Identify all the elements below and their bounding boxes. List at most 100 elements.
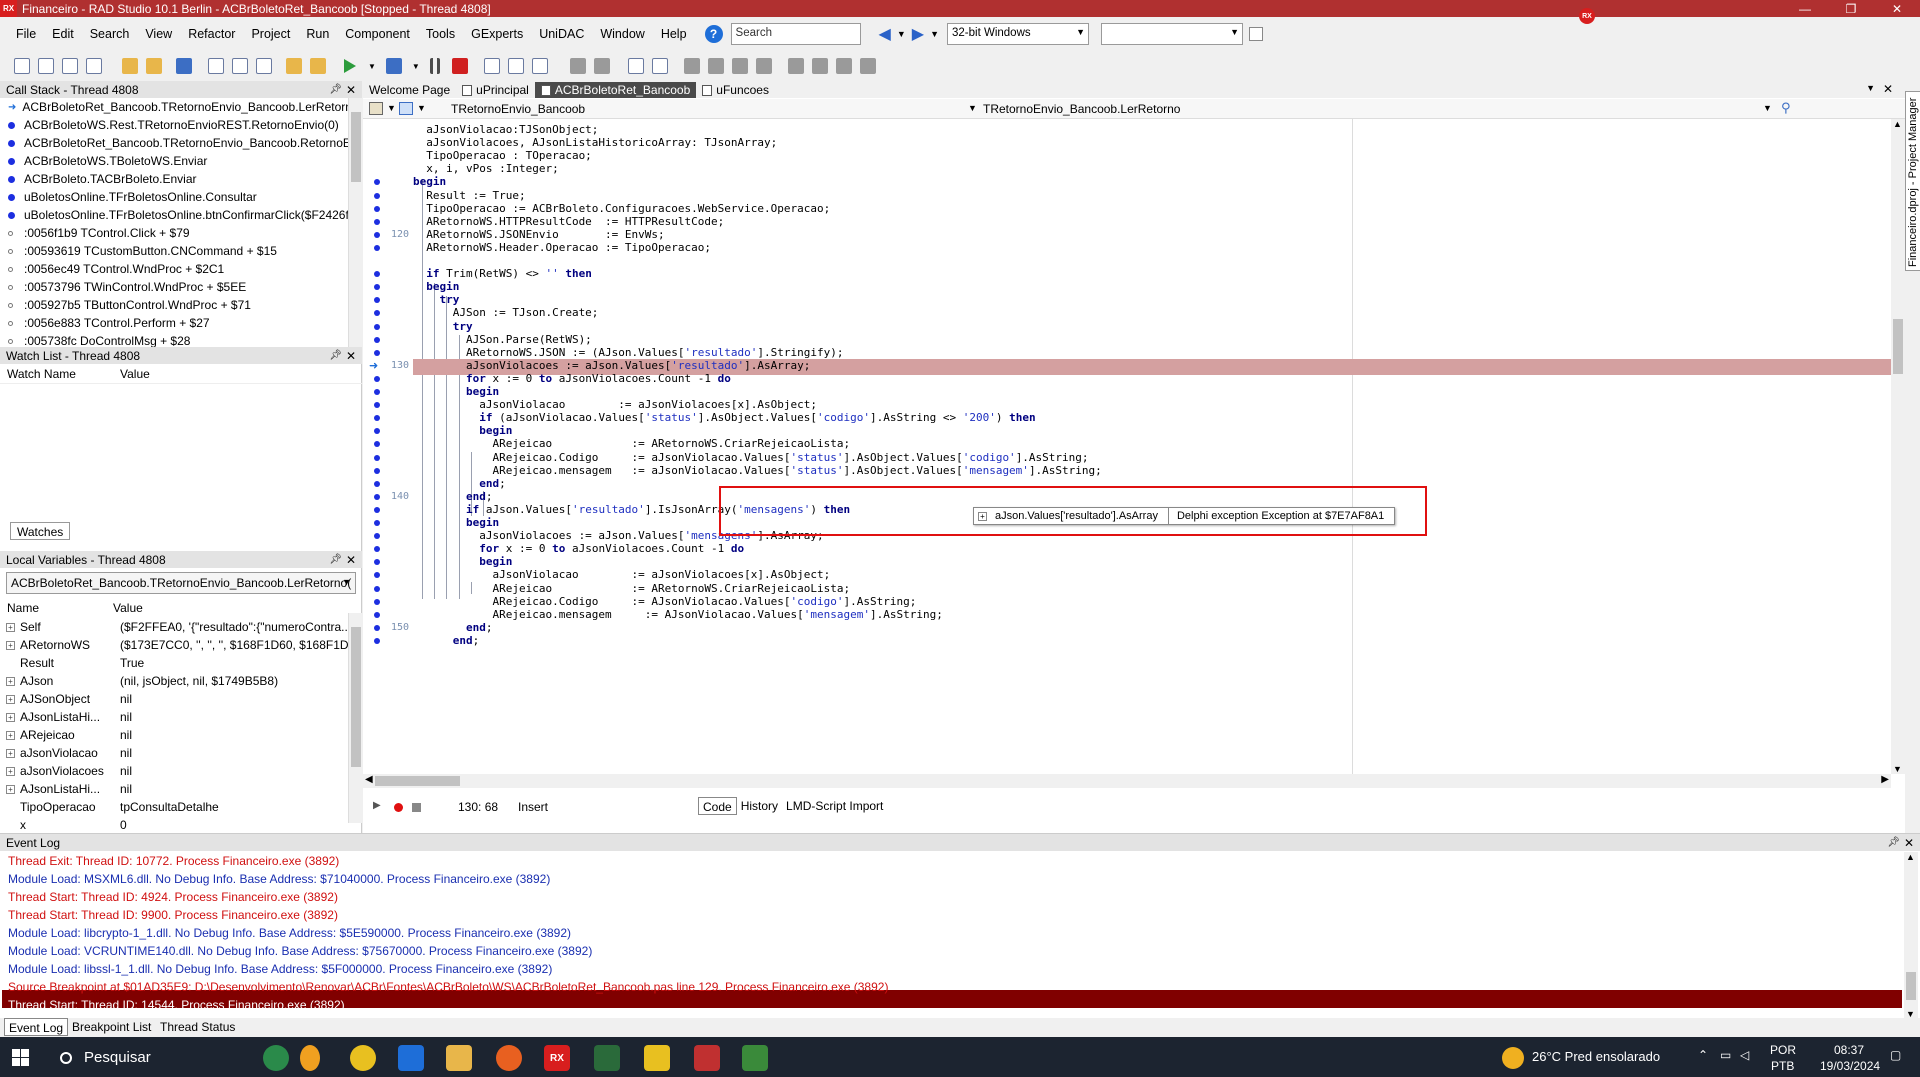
locals-value-column[interactable]: Value — [113, 601, 143, 615]
breakpoint-dot-icon[interactable] — [374, 179, 380, 186]
list-item[interactable]: :00573796 TWinControl.WndProc + $5EE — [0, 278, 348, 296]
tab-history[interactable]: History — [737, 797, 782, 815]
tray-chevron-icon[interactable]: ⌃ — [1698, 1048, 1708, 1062]
table-row[interactable]: + aJsonViolacoes nil — [0, 762, 362, 780]
expand-icon[interactable]: + — [6, 676, 15, 686]
align-icon[interactable] — [569, 58, 586, 74]
breakpoint-dot-icon[interactable] — [374, 389, 380, 395]
platform-select[interactable]: 32-bit Windows ▼ — [947, 23, 1090, 45]
breakpoint-dot-icon[interactable] — [374, 559, 380, 566]
project-symbol-icon[interactable] — [369, 102, 383, 115]
list-item[interactable]: ACBrBoletoWS.TBoletoWS.Enviar — [0, 152, 348, 170]
search-icon[interactable]: ⚲ — [1781, 100, 1791, 116]
menu-tools[interactable]: Tools — [418, 27, 463, 41]
new-unit-icon[interactable] — [62, 58, 78, 74]
close-tab-icon[interactable]: ✕ — [1883, 82, 1893, 96]
stop-icon[interactable] — [451, 58, 468, 74]
watch-name-column[interactable]: Watch Name — [0, 367, 120, 381]
call-stack-scrollbar[interactable] — [348, 98, 362, 347]
breakpoint-dot-icon[interactable] — [374, 375, 380, 382]
weather-sun-icon[interactable] — [1502, 1047, 1524, 1069]
run-to-cursor-icon[interactable] — [531, 58, 548, 74]
tab-thread-status[interactable]: Thread Status — [156, 1018, 239, 1036]
save-as-icon[interactable] — [208, 58, 224, 74]
table-row[interactable]: + AJsonListaHi... nil — [0, 708, 362, 726]
outlook-icon[interactable] — [398, 1045, 424, 1071]
scrollbar-thumb[interactable] — [351, 627, 361, 767]
close-file-icon[interactable] — [256, 58, 272, 74]
breakpoint-dot-icon[interactable] — [374, 205, 380, 212]
event-log-line[interactable]: Thread Start: Thread ID: 4924. Process F… — [8, 890, 338, 908]
menu-edit[interactable]: Edit — [44, 27, 82, 41]
project-manager-tab[interactable]: Financeiro.dproj - Project Manager — [1905, 91, 1920, 271]
align-top-icon[interactable] — [731, 58, 748, 74]
grid-app-icon[interactable] — [594, 1045, 620, 1071]
event-log-scrollbar[interactable]: ▲ ▼ — [1904, 852, 1918, 1019]
send-back-icon[interactable] — [651, 58, 668, 74]
back-arrow-icon[interactable]: ◀ — [879, 24, 891, 44]
taskbar-search[interactable]: Pesquisar — [60, 1049, 151, 1066]
breakpoint-dot-icon[interactable] — [374, 218, 380, 225]
weather-moon-icon[interactable] — [300, 1045, 320, 1071]
code-line[interactable]: end; — [413, 634, 1891, 650]
notes-app-icon[interactable] — [644, 1045, 670, 1071]
frame-select[interactable]: ACBrBoletoRet_Bancoob.TRetornoEnvio_Banc… — [6, 572, 356, 594]
breakpoint-dot-icon[interactable] — [374, 598, 380, 605]
menu-gexperts[interactable]: GExperts — [463, 27, 531, 41]
breakpoint-dot-icon[interactable] — [374, 637, 380, 644]
list-item[interactable]: :00593619 TCustomButton.CNCommand + $15 — [0, 242, 348, 260]
step-over-icon[interactable] — [483, 58, 500, 74]
align-right-icon[interactable] — [707, 58, 724, 74]
list-item[interactable]: ➜ ACBrBoletoRet_Bancoob.TRetornoEnvio_Ban… — [0, 98, 348, 116]
method-navigator[interactable]: TRetornoEnvio_Bancoob.LerRetorno — [983, 102, 1180, 116]
code-text[interactable]: aJsonViolacao:TJSonObject; aJsonViolacoe… — [413, 119, 1891, 774]
event-log-line[interactable]: Module Load: libcrypto-1_1.dll. No Debug… — [8, 926, 571, 944]
scrollbar-thumb[interactable] — [1906, 972, 1916, 1000]
breakpoint-dot-icon[interactable] — [374, 244, 380, 251]
breakpoint-dot-icon[interactable] — [374, 585, 380, 592]
list-item[interactable]: :005738fc DoControlMsg + $28 — [0, 332, 348, 347]
new-form-icon[interactable] — [38, 58, 54, 74]
event-log-line[interactable]: Thread Start: Thread ID: 14544. Process … — [8, 998, 345, 1016]
tab-uprincipal[interactable]: uPrincipal — [456, 82, 535, 98]
chrome-icon[interactable] — [350, 1045, 376, 1071]
firebird-icon[interactable] — [496, 1045, 522, 1071]
weather-text[interactable]: 26°C Pred ensolarado — [1532, 1049, 1660, 1064]
tab-breakpoint-list[interactable]: Breakpoint List — [68, 1018, 155, 1036]
table-row[interactable]: + aJsonViolacao nil — [0, 744, 362, 762]
menu-search[interactable]: Search — [82, 27, 138, 41]
breakpoint-dot-icon[interactable] — [374, 271, 380, 278]
menu-help[interactable]: Help — [653, 27, 695, 41]
event-log-line[interactable]: Module Load: MSXML6.dll. No Debug Info. … — [8, 872, 550, 890]
menu-run[interactable]: Run — [298, 27, 337, 41]
expand-icon[interactable]: + — [6, 784, 15, 794]
expand-icon[interactable]: + — [6, 766, 15, 776]
breakpoint-dot-icon[interactable] — [374, 297, 380, 304]
scrollbar-thumb[interactable] — [375, 776, 460, 786]
event-log-line[interactable]: Module Load: VCRUNTIME140.dll. No Debug … — [8, 944, 592, 962]
scrollbar-thumb[interactable] — [351, 112, 361, 182]
event-log-line[interactable]: Thread Exit: Thread ID: 10772. Process F… — [8, 854, 339, 872]
open-project-icon[interactable] — [146, 58, 162, 74]
remove-file-icon[interactable] — [86, 58, 102, 74]
scroll-right-icon[interactable]: ▶ — [1881, 774, 1889, 785]
scroll-up-icon[interactable]: ▲ — [1893, 119, 1902, 129]
trace-into-icon[interactable] — [507, 58, 524, 74]
table-row[interactable]: Result True — [0, 654, 362, 672]
breakpoint-dot-icon[interactable] — [374, 546, 380, 553]
chevron-down-icon[interactable]: ▼ — [1763, 103, 1772, 113]
breakpoint-dot-icon[interactable] — [374, 467, 380, 474]
scroll-left-icon[interactable]: ◀ — [365, 774, 373, 785]
breakpoint-dot-icon[interactable] — [374, 192, 380, 199]
expand-icon[interactable]: + — [6, 694, 15, 704]
breakpoint-dot-icon[interactable] — [374, 520, 380, 526]
list-item[interactable]: ACBrBoleto.TACBrBoleto.Enviar — [0, 170, 348, 188]
event-log-line[interactable]: Source Breakpoint at $01AD35E9: D:\Desen… — [8, 980, 888, 998]
expand-icon[interactable]: + — [6, 640, 15, 650]
breakpoint-dot-icon[interactable] — [374, 441, 380, 448]
pin-icon[interactable]: 📌︎ — [1887, 837, 1900, 848]
space-h-icon[interactable] — [787, 58, 804, 74]
list-item[interactable]: ACBrBoletoWS.Rest.TRetornoEnvioREST.Reto… — [0, 116, 348, 134]
save-icon[interactable] — [176, 58, 192, 74]
table-row[interactable]: x0 — [0, 816, 362, 834]
